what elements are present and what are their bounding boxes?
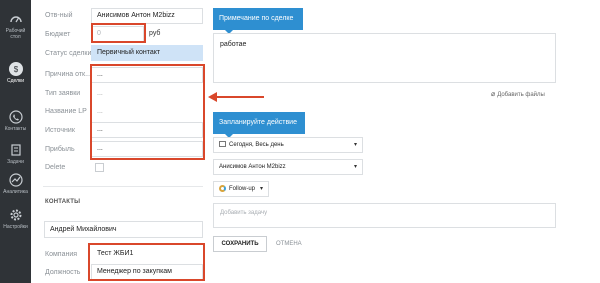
sidebar-item-settings[interactable]: Настройки (0, 208, 31, 230)
status-select[interactable]: Первичный контакт (91, 45, 203, 61)
sidebar-item-analytics[interactable]: Аналитика (0, 173, 31, 195)
sidebar: Рабочий стол $ Сделки Контакты Задачи Ан… (0, 0, 31, 283)
company-highlight (88, 243, 205, 281)
checklist-icon (10, 144, 21, 156)
follow-up-icon (219, 185, 226, 192)
contact-name-field[interactable]: Андрей Михайлович (44, 221, 203, 238)
dashboard-icon (9, 16, 22, 23)
task-type-select[interactable]: Follow-up ▾ (213, 181, 269, 197)
position-label: Должность (45, 269, 81, 276)
divider (43, 186, 203, 187)
save-button[interactable]: СОХРАНИТЬ (213, 236, 267, 252)
reason-label: Причина отк... (45, 71, 91, 78)
sidebar-item-label: Рабочий стол (5, 28, 26, 40)
status-label: Статус сделки (45, 50, 92, 57)
task-assignee-select[interactable]: Анисимов Антон M2bizz ▾ (213, 159, 363, 175)
budget-highlight (91, 23, 146, 43)
sidebar-item-tasks[interactable]: Задачи (0, 143, 31, 165)
sidebar-item-label: Аналитика (3, 189, 28, 195)
phone-icon (8, 110, 23, 124)
budget-label: Бюджет (45, 31, 71, 38)
budget-unit: руб (149, 30, 161, 37)
chevron-down-icon: ▾ (353, 164, 357, 170)
profit-label: Прибыль (45, 146, 75, 153)
chart-icon (8, 173, 23, 187)
sidebar-item-deals[interactable]: $ Сделки (0, 62, 31, 84)
sidebar-item-label: Настройки (3, 224, 28, 230)
delete-label: Delete (45, 164, 66, 171)
svg-text:$: $ (13, 65, 18, 74)
chevron-down-icon: ▾ (353, 142, 357, 148)
task-type-value: Follow-up (229, 186, 256, 192)
sidebar-item-label: Задачи (7, 159, 24, 165)
note-header: Примечание по сделке (213, 8, 303, 34)
attach-files-label: Добавить файлы (497, 92, 545, 98)
note-textarea[interactable]: работае (213, 33, 556, 83)
sidebar-item-label: Контакты (4, 126, 27, 132)
sidebar-item-dashboard[interactable]: Рабочий стол (0, 12, 31, 40)
gear-icon (10, 209, 21, 221)
chevron-down-icon: ▾ (259, 186, 263, 192)
responsible-label: Отв-ный (45, 12, 73, 19)
task-header: Запланируйте действие (213, 112, 305, 138)
delete-checkbox[interactable] (95, 163, 104, 172)
custom-fields-highlight (90, 64, 205, 160)
contacts-section-title: КОНТАКТЫ (45, 199, 81, 205)
task-input[interactable]: Добавить задачу (213, 203, 556, 228)
sidebar-item-contacts[interactable]: Контакты (0, 110, 31, 132)
paperclip-icon: ⌀ (491, 91, 496, 98)
responsible-select[interactable]: Анисимов Антон M2bizz (91, 8, 203, 24)
company-label: Компания (45, 251, 78, 258)
lp-name-label: Название LP (45, 108, 87, 115)
cancel-button[interactable]: ОТМЕНА (276, 236, 302, 252)
request-type-label: Тип заявки (45, 90, 81, 97)
calendar-icon (219, 141, 226, 147)
annotation-arrow (216, 96, 264, 98)
task-assignee-value: Анисимов Антон M2bizz (219, 164, 286, 170)
attach-files-link[interactable]: ⌀ Добавить файлы (491, 90, 545, 98)
dollar-icon: $ (8, 62, 23, 76)
source-label: Источник (45, 127, 75, 134)
task-date-value: Сегодня, Весь день (229, 142, 284, 148)
task-date-select[interactable]: Сегодня, Весь день ▾ (213, 137, 363, 153)
sidebar-item-label: Сделки (6, 78, 25, 84)
